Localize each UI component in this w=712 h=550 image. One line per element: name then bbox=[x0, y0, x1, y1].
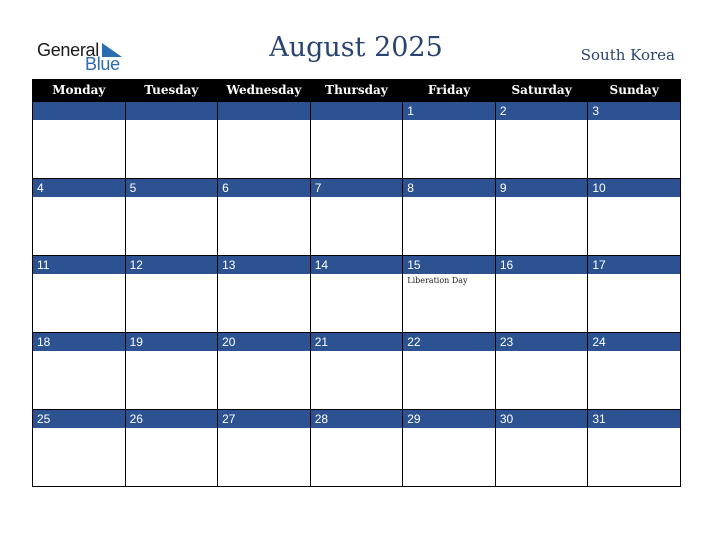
day-cell[interactable]: 24 bbox=[587, 332, 681, 410]
day-number: 13 bbox=[218, 256, 310, 274]
day-cell[interactable]: 6 bbox=[217, 178, 311, 256]
week-row: 11 12 13 14 15 Liberation Day 16 17 bbox=[32, 255, 681, 333]
day-cell[interactable]: 14 bbox=[309, 255, 404, 333]
week-row: 18 19 20 21 22 23 24 bbox=[32, 332, 681, 410]
calendar-grid: Monday Tuesday Wednesday Thursday Friday… bbox=[32, 79, 681, 487]
day-number: 28 bbox=[310, 410, 403, 428]
day-number: 27 bbox=[218, 410, 310, 428]
day-number: 25 bbox=[33, 410, 125, 428]
weekday-header: Friday bbox=[402, 79, 496, 102]
day-number bbox=[310, 102, 403, 120]
day-number: 31 bbox=[588, 410, 680, 428]
day-cell[interactable]: 29 bbox=[402, 409, 496, 487]
day-number bbox=[33, 102, 125, 120]
day-number: 21 bbox=[310, 333, 403, 351]
weekday-header: Monday bbox=[32, 79, 126, 102]
day-number: 22 bbox=[403, 333, 495, 351]
day-number: 5 bbox=[125, 179, 218, 197]
day-cell[interactable]: 19 bbox=[124, 332, 219, 410]
day-number: 14 bbox=[310, 256, 403, 274]
day-cell[interactable]: 10 bbox=[587, 178, 681, 256]
day-cell[interactable] bbox=[124, 101, 219, 179]
day-number: 3 bbox=[588, 102, 680, 120]
day-number: 26 bbox=[125, 410, 218, 428]
day-cell[interactable]: 17 bbox=[587, 255, 681, 333]
day-cell[interactable] bbox=[309, 101, 404, 179]
day-cell[interactable]: 3 bbox=[587, 101, 681, 179]
day-cell[interactable]: 27 bbox=[217, 409, 311, 487]
day-number: 7 bbox=[310, 179, 403, 197]
day-number: 23 bbox=[495, 333, 588, 351]
day-number: 20 bbox=[218, 333, 310, 351]
day-cell[interactable]: 18 bbox=[32, 332, 126, 410]
day-number: 4 bbox=[33, 179, 125, 197]
day-number: 8 bbox=[403, 179, 495, 197]
day-number: 16 bbox=[495, 256, 588, 274]
day-number: 15 bbox=[403, 256, 495, 274]
day-number bbox=[218, 102, 310, 120]
day-cell[interactable]: 7 bbox=[309, 178, 404, 256]
day-cell[interactable] bbox=[217, 101, 311, 179]
day-number: 29 bbox=[403, 410, 495, 428]
day-cell[interactable]: 4 bbox=[32, 178, 126, 256]
day-cell[interactable]: 9 bbox=[494, 178, 589, 256]
day-cell[interactable]: 23 bbox=[494, 332, 589, 410]
day-number bbox=[125, 102, 218, 120]
weekday-header: Sunday bbox=[587, 79, 681, 102]
day-number: 12 bbox=[125, 256, 218, 274]
day-number: 6 bbox=[218, 179, 310, 197]
day-cell[interactable]: 8 bbox=[402, 178, 496, 256]
day-cell[interactable]: 20 bbox=[217, 332, 311, 410]
weekday-header: Wednesday bbox=[217, 79, 311, 102]
day-number: 30 bbox=[495, 410, 588, 428]
day-number: 18 bbox=[33, 333, 125, 351]
weekday-header-row: Monday Tuesday Wednesday Thursday Friday… bbox=[32, 79, 681, 102]
day-number: 17 bbox=[588, 256, 680, 274]
day-cell[interactable]: 22 bbox=[402, 332, 496, 410]
day-cell[interactable]: 28 bbox=[309, 409, 404, 487]
day-number: 9 bbox=[495, 179, 588, 197]
day-cell[interactable]: 5 bbox=[124, 178, 219, 256]
week-row: 25 26 27 28 29 30 31 bbox=[32, 409, 681, 487]
day-cell[interactable]: 16 bbox=[494, 255, 589, 333]
day-cell[interactable]: 30 bbox=[494, 409, 589, 487]
day-cell[interactable]: 13 bbox=[217, 255, 311, 333]
week-row: 123 bbox=[32, 101, 681, 179]
day-cell[interactable]: 15 Liberation Day bbox=[402, 255, 496, 333]
day-cell[interactable]: 1 bbox=[402, 101, 496, 179]
day-number: 10 bbox=[588, 179, 680, 197]
week-row: 4 5 6 7 8 9 10 bbox=[32, 178, 681, 256]
day-number: 24 bbox=[588, 333, 680, 351]
day-cell[interactable]: 21 bbox=[309, 332, 404, 410]
day-number: 2 bbox=[495, 102, 588, 120]
weekday-header: Thursday bbox=[309, 79, 404, 102]
day-number: 19 bbox=[125, 333, 218, 351]
day-cell[interactable]: 26 bbox=[124, 409, 219, 487]
day-cell[interactable]: 11 bbox=[32, 255, 126, 333]
day-cell[interactable]: 2 bbox=[494, 101, 589, 179]
day-cell[interactable]: 12 bbox=[124, 255, 219, 333]
day-cell[interactable]: 25 bbox=[32, 409, 126, 487]
day-number: 1 bbox=[403, 102, 495, 120]
day-cell[interactable] bbox=[32, 101, 126, 179]
weekday-header: Saturday bbox=[494, 79, 589, 102]
weekday-header: Tuesday bbox=[124, 79, 219, 102]
country-label: South Korea bbox=[580, 46, 675, 64]
holiday-label: Liberation Day bbox=[407, 276, 468, 285]
day-number: 11 bbox=[33, 256, 125, 274]
day-cell[interactable]: 31 bbox=[587, 409, 681, 487]
